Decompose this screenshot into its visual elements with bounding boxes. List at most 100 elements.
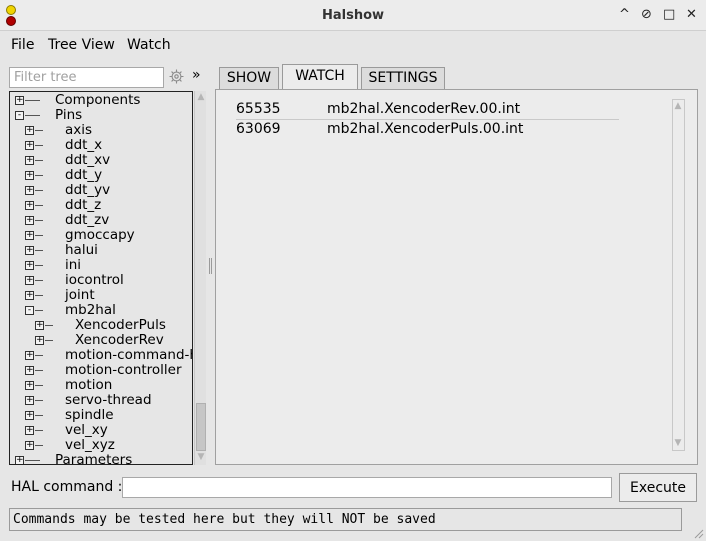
tree-item[interactable]: - Pins [10, 108, 192, 123]
scroll-up-icon[interactable]: ▲ [196, 92, 206, 102]
tree-item-label: ddt_z [65, 197, 102, 213]
menu-file[interactable]: File [11, 37, 34, 53]
tree-item[interactable]: + ddt_xv [10, 153, 192, 168]
expand-icon[interactable]: + [25, 396, 34, 405]
tree-item[interactable]: + motion-controller [10, 363, 192, 378]
expand-icon[interactable]: + [25, 201, 34, 210]
filter-tree-input[interactable] [9, 67, 164, 88]
tree-connector [35, 205, 43, 206]
expand-icon[interactable]: + [15, 456, 24, 464]
tree-connector [35, 385, 43, 386]
tree-item-label: spindle [65, 407, 114, 423]
tree-connector [35, 400, 43, 401]
pin-tree[interactable]: + Components - Pins + axis + ddt_x + ddt_xv + ddt_y… [9, 91, 193, 465]
execute-button[interactable]: Execute [619, 473, 697, 502]
expand-icon[interactable]: + [35, 336, 44, 345]
tree-item[interactable]: + axis [10, 123, 192, 138]
tree-scroll-thumb[interactable] [196, 403, 206, 451]
tree-item[interactable]: + ddt_yv [10, 183, 192, 198]
minimize-icon[interactable]: ⊘ [641, 7, 652, 22]
expand-icon[interactable]: + [25, 381, 34, 390]
tree-item[interactable]: + ini [10, 258, 192, 273]
tree-item[interactable]: - mb2hal [10, 303, 192, 318]
tree-item[interactable]: + motion [10, 378, 192, 393]
tree-item-label: joint [65, 287, 95, 303]
tree-item[interactable]: + ddt_z [10, 198, 192, 213]
scroll-down-icon[interactable]: ▼ [196, 452, 206, 462]
expand-icon[interactable]: + [25, 426, 34, 435]
expand-icon[interactable]: + [15, 96, 24, 105]
expand-icon[interactable]: + [25, 276, 34, 285]
scroll-up-icon[interactable]: ▲ [673, 101, 683, 111]
shade-icon[interactable]: ^ [619, 7, 630, 22]
status-message: Commands may be tested here but they wil… [9, 508, 682, 531]
tree-item[interactable]: + vel_xy [10, 423, 192, 438]
menu-watch[interactable]: Watch [127, 37, 171, 53]
expand-icon[interactable]: + [35, 321, 44, 330]
tree-connector [35, 355, 43, 356]
tree-connector [35, 130, 43, 131]
tree-item[interactable]: + gmoccapy [10, 228, 192, 243]
tree-item[interactable]: + ddt_y [10, 168, 192, 183]
expand-icon[interactable]: + [25, 351, 34, 360]
expand-icon[interactable]: + [25, 186, 34, 195]
watch-value: 65535 [236, 101, 281, 117]
hal-command-input[interactable] [122, 477, 612, 498]
scroll-down-icon[interactable]: ▼ [673, 438, 683, 448]
tree-connector [35, 160, 43, 161]
tree-item-label: ini [65, 257, 82, 273]
watch-scrollbar[interactable]: ▲ ▼ [672, 99, 685, 451]
expand-icon[interactable]: + [25, 246, 34, 255]
tree-item-label: motion-controller [65, 362, 182, 378]
tree-item[interactable]: + Components [10, 93, 192, 108]
tab-watch[interactable]: WATCH [282, 64, 358, 89]
tree-connector [35, 175, 43, 176]
gear-icon[interactable] [168, 68, 185, 85]
maximize-icon[interactable]: □ [663, 7, 675, 22]
expand-icon[interactable]: + [25, 231, 34, 240]
tree-item-label: motion [65, 377, 113, 393]
pane-sash[interactable] [209, 258, 212, 274]
double-chevron-icon[interactable]: » [192, 67, 201, 83]
tree-item[interactable]: + XencoderRev [10, 333, 192, 348]
expand-icon[interactable]: + [25, 366, 34, 375]
tree-connector [45, 325, 53, 326]
tree-item[interactable]: + iocontrol [10, 273, 192, 288]
expand-icon[interactable]: + [25, 261, 34, 270]
tree-item-label: vel_xy [65, 422, 108, 438]
title-bar: Halshow ^ ⊘ □ ✕ [0, 0, 706, 31]
expand-icon[interactable]: + [25, 441, 34, 450]
tree-connector [35, 310, 43, 311]
tab-show[interactable]: SHOW [219, 67, 279, 89]
expand-icon[interactable]: + [25, 156, 34, 165]
collapse-icon[interactable]: - [25, 306, 34, 315]
expand-icon[interactable]: + [25, 141, 34, 150]
tree-item[interactable]: + joint [10, 288, 192, 303]
menu-tree-view[interactable]: Tree View [48, 37, 115, 53]
tree-item[interactable]: + halui [10, 243, 192, 258]
expand-icon[interactable]: + [25, 126, 34, 135]
tree-item[interactable]: + XencoderPuls [10, 318, 192, 333]
tree-item[interactable]: + spindle [10, 408, 192, 423]
tree-item[interactable]: + ddt_zv [10, 213, 192, 228]
expand-icon[interactable]: + [25, 216, 34, 225]
tree-item[interactable]: + motion-command-h [10, 348, 192, 363]
tree-scrollbar[interactable]: ▲ ▼ [194, 91, 206, 465]
tree-item-label: Pins [55, 107, 83, 123]
close-icon[interactable]: ✕ [686, 7, 697, 22]
tree-connector [35, 295, 43, 296]
tree-item[interactable]: + Parameters [10, 453, 192, 464]
expand-icon[interactable]: + [25, 411, 34, 420]
tree-item[interactable]: + ddt_x [10, 138, 192, 153]
watch-row-divider [236, 119, 619, 120]
resize-grip-icon[interactable] [692, 527, 704, 539]
collapse-icon[interactable]: - [15, 111, 24, 120]
tree-connector [25, 115, 40, 116]
tree-connector [35, 235, 43, 236]
tree-item-label: vel_xyz [65, 437, 115, 453]
expand-icon[interactable]: + [25, 171, 34, 180]
tree-item[interactable]: + servo-thread [10, 393, 192, 408]
tree-item[interactable]: + vel_xyz [10, 438, 192, 453]
expand-icon[interactable]: + [25, 291, 34, 300]
tab-settings[interactable]: SETTINGS [361, 67, 445, 89]
